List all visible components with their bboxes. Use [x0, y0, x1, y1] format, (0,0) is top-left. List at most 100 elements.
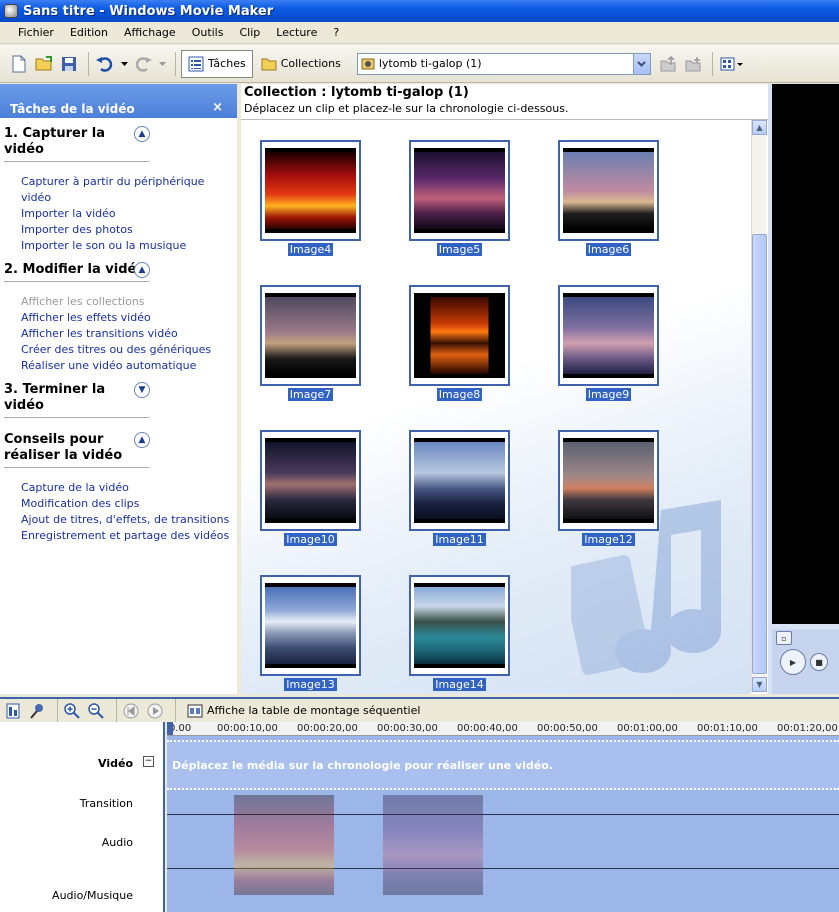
toolbar-separator — [711, 51, 713, 76]
task-link-tip-effects[interactable]: Ajout de titres, d'effets, de transition… — [4, 512, 237, 528]
ruler-tick: 00:00:10,00 — [217, 723, 278, 734]
capture-links: Capturer à partir du périphérique vidéo … — [4, 174, 237, 254]
expand-section-button[interactable]: ▼ — [134, 382, 150, 398]
clip-frame — [260, 140, 361, 241]
undo-button[interactable] — [94, 53, 116, 75]
movie-maker-app-icon[interactable] — [4, 4, 18, 18]
tasks-button[interactable]: Tâches — [181, 49, 253, 78]
task-link-import-video[interactable]: Importer la vidéo — [4, 206, 237, 222]
task-link-create-titles[interactable]: Créer des titres ou des génériques — [4, 342, 237, 358]
zoom-in-button[interactable] — [63, 702, 81, 720]
video-track[interactable]: Déplacez le média sur la chronologie pou… — [167, 740, 839, 790]
collection-dropdown[interactable]: lytomb ti-galop (1) — [356, 52, 651, 75]
timeline-ruler[interactable]: 0.00 00:00:10,00 00:00:20,00 00:00:30,00… — [167, 722, 839, 736]
task-link-show-transitions[interactable]: Afficher les transitions vidéo — [4, 326, 237, 342]
task-link-capture-device[interactable]: Capturer à partir du périphérique vidéo — [4, 174, 237, 206]
collection-scrollbar[interactable]: ▲ ▼ — [751, 120, 767, 692]
clip-frame — [558, 140, 659, 241]
menu-fichier[interactable]: Fichier — [10, 26, 62, 39]
menu-affichage[interactable]: Affichage — [116, 26, 184, 39]
clip-thumbnail[interactable]: Image14 — [409, 575, 510, 694]
save-project-button[interactable] — [58, 53, 80, 75]
collections-button[interactable]: Collections — [255, 50, 347, 78]
section-title[interactable]: 3. Terminer la vidéo ▼ — [4, 382, 150, 418]
clip-label: Image9 — [585, 388, 632, 401]
clip-thumbnail[interactable]: Image4 — [260, 140, 361, 260]
clip-picture-palm-silhouette — [265, 293, 356, 378]
redo-dropdown-button[interactable] — [157, 53, 167, 75]
scroll-down-button[interactable]: ▼ — [752, 677, 767, 692]
timeline-area[interactable]: 0.00 00:00:10,00 00:00:20,00 00:00:30,00… — [167, 722, 839, 912]
collapse-section-button[interactable]: ▲ — [134, 262, 150, 278]
task-link-tip-edit[interactable]: Modification des clips — [4, 496, 237, 512]
task-link-import-photos[interactable]: Importer des photos — [4, 222, 237, 238]
clip-thumbnail[interactable]: Image10 — [260, 430, 361, 550]
clip-picture-purple-sky — [414, 148, 505, 233]
collapse-section-button[interactable]: ▲ — [134, 126, 150, 142]
close-tasks-pane-button[interactable]: × — [212, 100, 223, 115]
clip-thumbnail[interactable]: Image7 — [260, 285, 361, 405]
preview-controls: ▫ ▶ ■ — [772, 629, 839, 694]
section-title[interactable]: 2. Modifier la vidéo ▲ — [4, 262, 150, 282]
rewind-button[interactable] — [122, 702, 140, 720]
clip-thumbnail[interactable]: Image12 — [558, 430, 659, 550]
clip-thumbnail[interactable]: Image11 — [409, 430, 510, 550]
track-name-audio-music: Audio/Musique — [52, 889, 133, 902]
menu-lecture[interactable]: Lecture — [268, 26, 325, 39]
clip-picture-sunset-red — [265, 148, 356, 233]
play-icon — [147, 703, 163, 718]
microphone-icon — [30, 703, 43, 719]
narrate-timeline-button[interactable] — [28, 702, 46, 720]
stop-button[interactable]: ■ — [810, 653, 828, 671]
collapse-section-button[interactable]: ▲ — [134, 432, 150, 448]
task-link-tip-capture[interactable]: Capture de la vidéo — [4, 480, 237, 496]
collections-button-label: Collections — [280, 57, 341, 70]
playhead-marker[interactable] — [167, 722, 173, 735]
redo-button[interactable] — [132, 53, 154, 75]
menu-clip[interactable]: Clip — [231, 26, 268, 39]
toolbar-separator — [175, 698, 176, 723]
preview-screen — [772, 84, 839, 624]
clip-thumbnail[interactable]: Image13 — [260, 575, 361, 694]
new-project-button[interactable] — [8, 53, 30, 75]
zoom-out-button[interactable] — [87, 702, 105, 720]
clip-frame — [558, 285, 659, 386]
play-timeline-button[interactable] — [146, 702, 164, 720]
show-storyboard-button[interactable]: Affiche la table de montage séquentiel — [187, 704, 420, 718]
chevron-up-icon: ▲ — [138, 129, 146, 139]
collection-dropdown-value: lytomb ti-galop (1) — [378, 57, 482, 70]
clip-thumbnail[interactable]: Image5 — [409, 140, 510, 260]
undo-dropdown-button[interactable] — [119, 53, 129, 75]
section-title[interactable]: Conseils pour réaliser la vidéo ▲ — [4, 432, 150, 468]
chevron-up-icon: ▲ — [138, 435, 146, 445]
clip-frame — [260, 575, 361, 676]
clip-thumbnail[interactable]: Image8 — [409, 285, 510, 405]
views-button[interactable] — [718, 53, 746, 75]
clip-thumbnail[interactable]: Image9 — [558, 285, 659, 405]
new-collection-button[interactable] — [682, 53, 704, 75]
set-audio-levels-button[interactable] — [4, 702, 22, 720]
play-button[interactable]: ▶ — [780, 649, 806, 675]
task-link-show-effects[interactable]: Afficher les effets vidéo — [4, 310, 237, 326]
collection-up-button[interactable] — [657, 53, 679, 75]
clip-frame — [409, 140, 510, 241]
show-storyboard-label: Affiche la table de montage séquentiel — [207, 704, 421, 717]
clip-thumbnail[interactable]: Image6 — [558, 140, 659, 260]
section-title[interactable]: 1. Capturer la vidéo ▲ — [4, 126, 150, 162]
task-link-import-audio[interactable]: Importer le son ou la musique — [4, 238, 237, 254]
menu-edition[interactable]: Edition — [62, 26, 116, 39]
clip-label: Image13 — [284, 678, 337, 691]
menu-help[interactable]: ? — [325, 26, 347, 39]
collection-dropdown-button[interactable] — [632, 53, 650, 74]
full-screen-button[interactable]: ▫ — [776, 631, 792, 645]
scroll-up-button[interactable]: ▲ — [752, 120, 767, 135]
chevron-down-icon — [158, 61, 166, 66]
scrollbar-thumb[interactable] — [752, 234, 767, 674]
collection-contents: Image4 Image5 Image6 Image7 Image8 Image… — [241, 120, 751, 694]
open-project-button[interactable] — [33, 53, 55, 75]
ruler-tick: 00:00:30,00 — [377, 723, 438, 734]
menu-outils[interactable]: Outils — [184, 26, 232, 39]
expand-video-track-button[interactable]: − — [143, 756, 154, 767]
task-link-automovie[interactable]: Réaliser une vidéo automatique — [4, 358, 237, 374]
task-link-tip-save[interactable]: Enregistrement et partage des vidéos — [4, 528, 237, 544]
